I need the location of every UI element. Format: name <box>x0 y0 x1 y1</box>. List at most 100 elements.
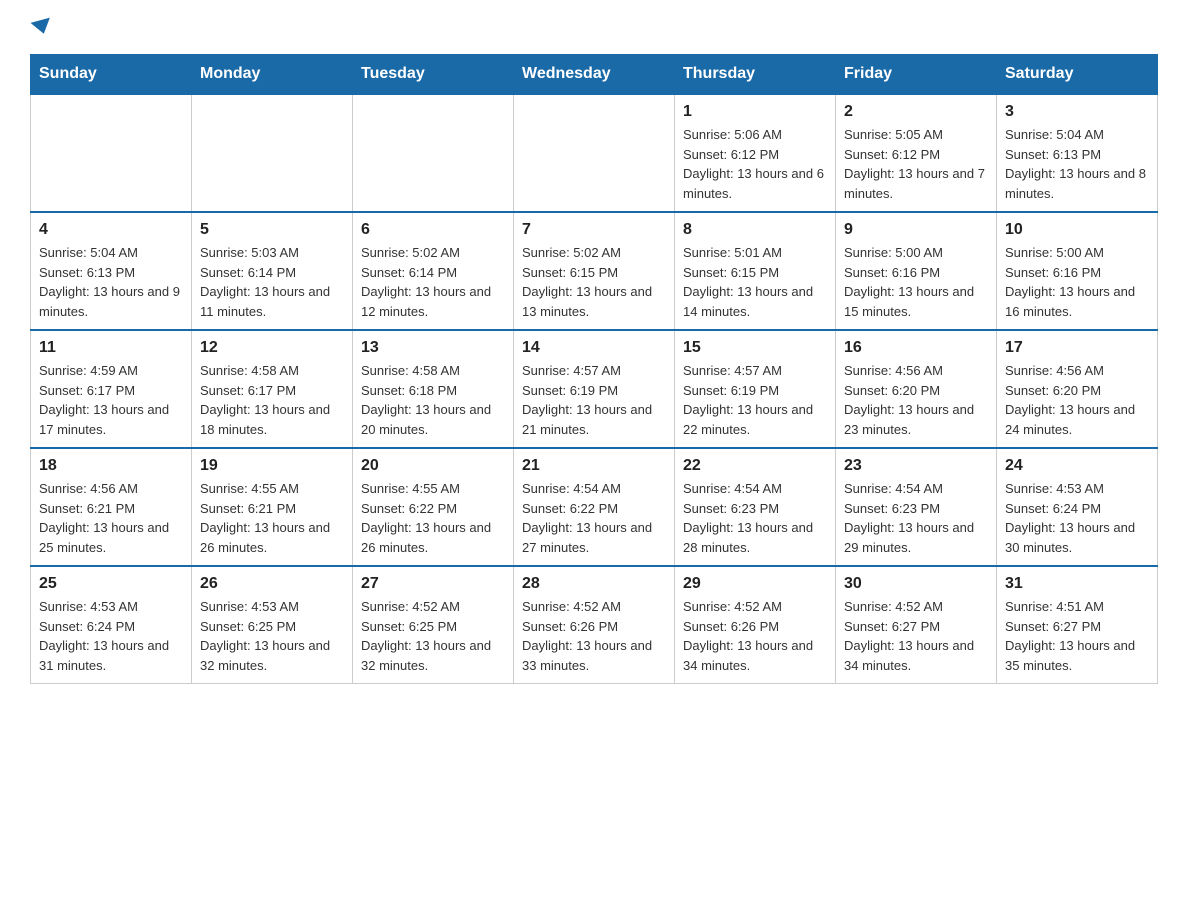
calendar-cell: 4 Sunrise: 5:04 AMSunset: 6:13 PMDaylight… <box>31 212 192 330</box>
calendar-cell: 29 Sunrise: 4:52 AMSunset: 6:26 PMDayligh… <box>675 566 836 684</box>
day-number: 10 <box>1005 221 1149 239</box>
day-info: Sunrise: 4:54 AMSunset: 6:23 PMDaylight:… <box>683 479 827 557</box>
calendar-cell: 27 Sunrise: 4:52 AMSunset: 6:25 PMDayligh… <box>353 566 514 684</box>
day-info: Sunrise: 5:05 AMSunset: 6:12 PMDaylight:… <box>844 125 988 203</box>
calendar-header-row: SundayMondayTuesdayWednesdayThursdayFrid… <box>31 55 1158 95</box>
calendar-cell: 21 Sunrise: 4:54 AMSunset: 6:22 PMDayligh… <box>514 448 675 566</box>
day-info: Sunrise: 5:04 AMSunset: 6:13 PMDaylight:… <box>1005 125 1149 203</box>
day-number: 2 <box>844 103 988 121</box>
day-info: Sunrise: 4:54 AMSunset: 6:23 PMDaylight:… <box>844 479 988 557</box>
day-number: 20 <box>361 457 505 475</box>
calendar-week-row: 18 Sunrise: 4:56 AMSunset: 6:21 PMDayligh… <box>31 448 1158 566</box>
logo <box>30 20 52 34</box>
day-number: 12 <box>200 339 344 357</box>
calendar-cell: 18 Sunrise: 4:56 AMSunset: 6:21 PMDayligh… <box>31 448 192 566</box>
calendar-cell: 11 Sunrise: 4:59 AMSunset: 6:17 PMDayligh… <box>31 330 192 448</box>
calendar-cell: 2 Sunrise: 5:05 AMSunset: 6:12 PMDaylight… <box>836 94 997 212</box>
calendar-cell: 12 Sunrise: 4:58 AMSunset: 6:17 PMDayligh… <box>192 330 353 448</box>
day-info: Sunrise: 4:55 AMSunset: 6:21 PMDaylight:… <box>200 479 344 557</box>
day-info: Sunrise: 4:52 AMSunset: 6:25 PMDaylight:… <box>361 597 505 675</box>
calendar-cell <box>353 94 514 212</box>
calendar-cell: 9Sunrise: 5:00 AMSunset: 6:16 PMDaylight… <box>836 212 997 330</box>
calendar-cell <box>514 94 675 212</box>
day-info: Sunrise: 4:58 AMSunset: 6:18 PMDaylight:… <box>361 361 505 439</box>
calendar-cell: 19 Sunrise: 4:55 AMSunset: 6:21 PMDayligh… <box>192 448 353 566</box>
calendar-cell <box>192 94 353 212</box>
calendar-cell: 5Sunrise: 5:03 AMSunset: 6:14 PMDaylight… <box>192 212 353 330</box>
calendar-cell: 17Sunrise: 4:56 AMSunset: 6:20 PMDayligh… <box>997 330 1158 448</box>
page-header <box>30 20 1158 34</box>
day-info: Sunrise: 4:53 AMSunset: 6:25 PMDaylight:… <box>200 597 344 675</box>
day-number: 18 <box>39 457 183 475</box>
day-number: 26 <box>200 575 344 593</box>
calendar-cell: 14 Sunrise: 4:57 AMSunset: 6:19 PMDayligh… <box>514 330 675 448</box>
day-info: Sunrise: 4:57 AMSunset: 6:19 PMDaylight:… <box>522 361 666 439</box>
column-header-monday: Monday <box>192 55 353 95</box>
day-number: 30 <box>844 575 988 593</box>
calendar-cell: 6 Sunrise: 5:02 AMSunset: 6:14 PMDaylight… <box>353 212 514 330</box>
column-header-sunday: Sunday <box>31 55 192 95</box>
column-header-friday: Friday <box>836 55 997 95</box>
day-info: Sunrise: 5:00 AMSunset: 6:16 PMDaylight:… <box>844 243 988 321</box>
day-info: Sunrise: 4:52 AMSunset: 6:26 PMDaylight:… <box>522 597 666 675</box>
calendar-cell: 20Sunrise: 4:55 AMSunset: 6:22 PMDayligh… <box>353 448 514 566</box>
day-info: Sunrise: 4:53 AMSunset: 6:24 PMDaylight:… <box>1005 479 1149 557</box>
column-header-wednesday: Wednesday <box>514 55 675 95</box>
column-header-saturday: Saturday <box>997 55 1158 95</box>
day-number: 28 <box>522 575 666 593</box>
calendar-cell: 22 Sunrise: 4:54 AMSunset: 6:23 PMDayligh… <box>675 448 836 566</box>
day-number: 27 <box>361 575 505 593</box>
day-number: 29 <box>683 575 827 593</box>
day-info: Sunrise: 4:56 AMSunset: 6:21 PMDaylight:… <box>39 479 183 557</box>
calendar-cell: 13Sunrise: 4:58 AMSunset: 6:18 PMDayligh… <box>353 330 514 448</box>
day-number: 11 <box>39 339 183 357</box>
day-info: Sunrise: 5:06 AMSunset: 6:12 PMDaylight:… <box>683 125 827 203</box>
day-number: 23 <box>844 457 988 475</box>
day-number: 17 <box>1005 339 1149 357</box>
day-number: 5 <box>200 221 344 239</box>
column-header-thursday: Thursday <box>675 55 836 95</box>
calendar-cell: 15 Sunrise: 4:57 AMSunset: 6:19 PMDayligh… <box>675 330 836 448</box>
day-info: Sunrise: 4:52 AMSunset: 6:26 PMDaylight:… <box>683 597 827 675</box>
calendar-week-row: 4 Sunrise: 5:04 AMSunset: 6:13 PMDaylight… <box>31 212 1158 330</box>
calendar-cell <box>31 94 192 212</box>
day-info: Sunrise: 4:52 AMSunset: 6:27 PMDaylight:… <box>844 597 988 675</box>
calendar-cell: 30 Sunrise: 4:52 AMSunset: 6:27 PMDayligh… <box>836 566 997 684</box>
calendar-week-row: 11 Sunrise: 4:59 AMSunset: 6:17 PMDayligh… <box>31 330 1158 448</box>
calendar-cell: 3Sunrise: 5:04 AMSunset: 6:13 PMDaylight… <box>997 94 1158 212</box>
calendar-cell: 10 Sunrise: 5:00 AMSunset: 6:16 PMDayligh… <box>997 212 1158 330</box>
day-info: Sunrise: 4:57 AMSunset: 6:19 PMDaylight:… <box>683 361 827 439</box>
day-number: 31 <box>1005 575 1149 593</box>
day-info: Sunrise: 5:04 AMSunset: 6:13 PMDaylight:… <box>39 243 183 321</box>
calendar-cell: 31 Sunrise: 4:51 AMSunset: 6:27 PMDayligh… <box>997 566 1158 684</box>
day-number: 19 <box>200 457 344 475</box>
day-info: Sunrise: 4:59 AMSunset: 6:17 PMDaylight:… <box>39 361 183 439</box>
day-number: 15 <box>683 339 827 357</box>
day-number: 25 <box>39 575 183 593</box>
calendar-cell: 8 Sunrise: 5:01 AMSunset: 6:15 PMDaylight… <box>675 212 836 330</box>
day-number: 6 <box>361 221 505 239</box>
day-info: Sunrise: 4:51 AMSunset: 6:27 PMDaylight:… <box>1005 597 1149 675</box>
column-header-tuesday: Tuesday <box>353 55 514 95</box>
calendar-cell: 24 Sunrise: 4:53 AMSunset: 6:24 PMDayligh… <box>997 448 1158 566</box>
day-info: Sunrise: 5:02 AMSunset: 6:14 PMDaylight:… <box>361 243 505 321</box>
day-info: Sunrise: 4:54 AMSunset: 6:22 PMDaylight:… <box>522 479 666 557</box>
day-info: Sunrise: 5:02 AMSunset: 6:15 PMDaylight:… <box>522 243 666 321</box>
calendar-week-row: 1 Sunrise: 5:06 AMSunset: 6:12 PMDaylight… <box>31 94 1158 212</box>
logo-arrow-icon <box>31 18 54 37</box>
day-number: 8 <box>683 221 827 239</box>
day-number: 4 <box>39 221 183 239</box>
day-number: 21 <box>522 457 666 475</box>
day-number: 22 <box>683 457 827 475</box>
calendar-cell: 28 Sunrise: 4:52 AMSunset: 6:26 PMDayligh… <box>514 566 675 684</box>
day-info: Sunrise: 5:01 AMSunset: 6:15 PMDaylight:… <box>683 243 827 321</box>
day-info: Sunrise: 4:53 AMSunset: 6:24 PMDaylight:… <box>39 597 183 675</box>
calendar-cell: 23 Sunrise: 4:54 AMSunset: 6:23 PMDayligh… <box>836 448 997 566</box>
day-info: Sunrise: 5:00 AMSunset: 6:16 PMDaylight:… <box>1005 243 1149 321</box>
day-number: 14 <box>522 339 666 357</box>
calendar-cell: 7Sunrise: 5:02 AMSunset: 6:15 PMDaylight… <box>514 212 675 330</box>
day-number: 24 <box>1005 457 1149 475</box>
day-info: Sunrise: 4:58 AMSunset: 6:17 PMDaylight:… <box>200 361 344 439</box>
calendar-table: SundayMondayTuesdayWednesdayThursdayFrid… <box>30 54 1158 684</box>
day-number: 1 <box>683 103 827 121</box>
